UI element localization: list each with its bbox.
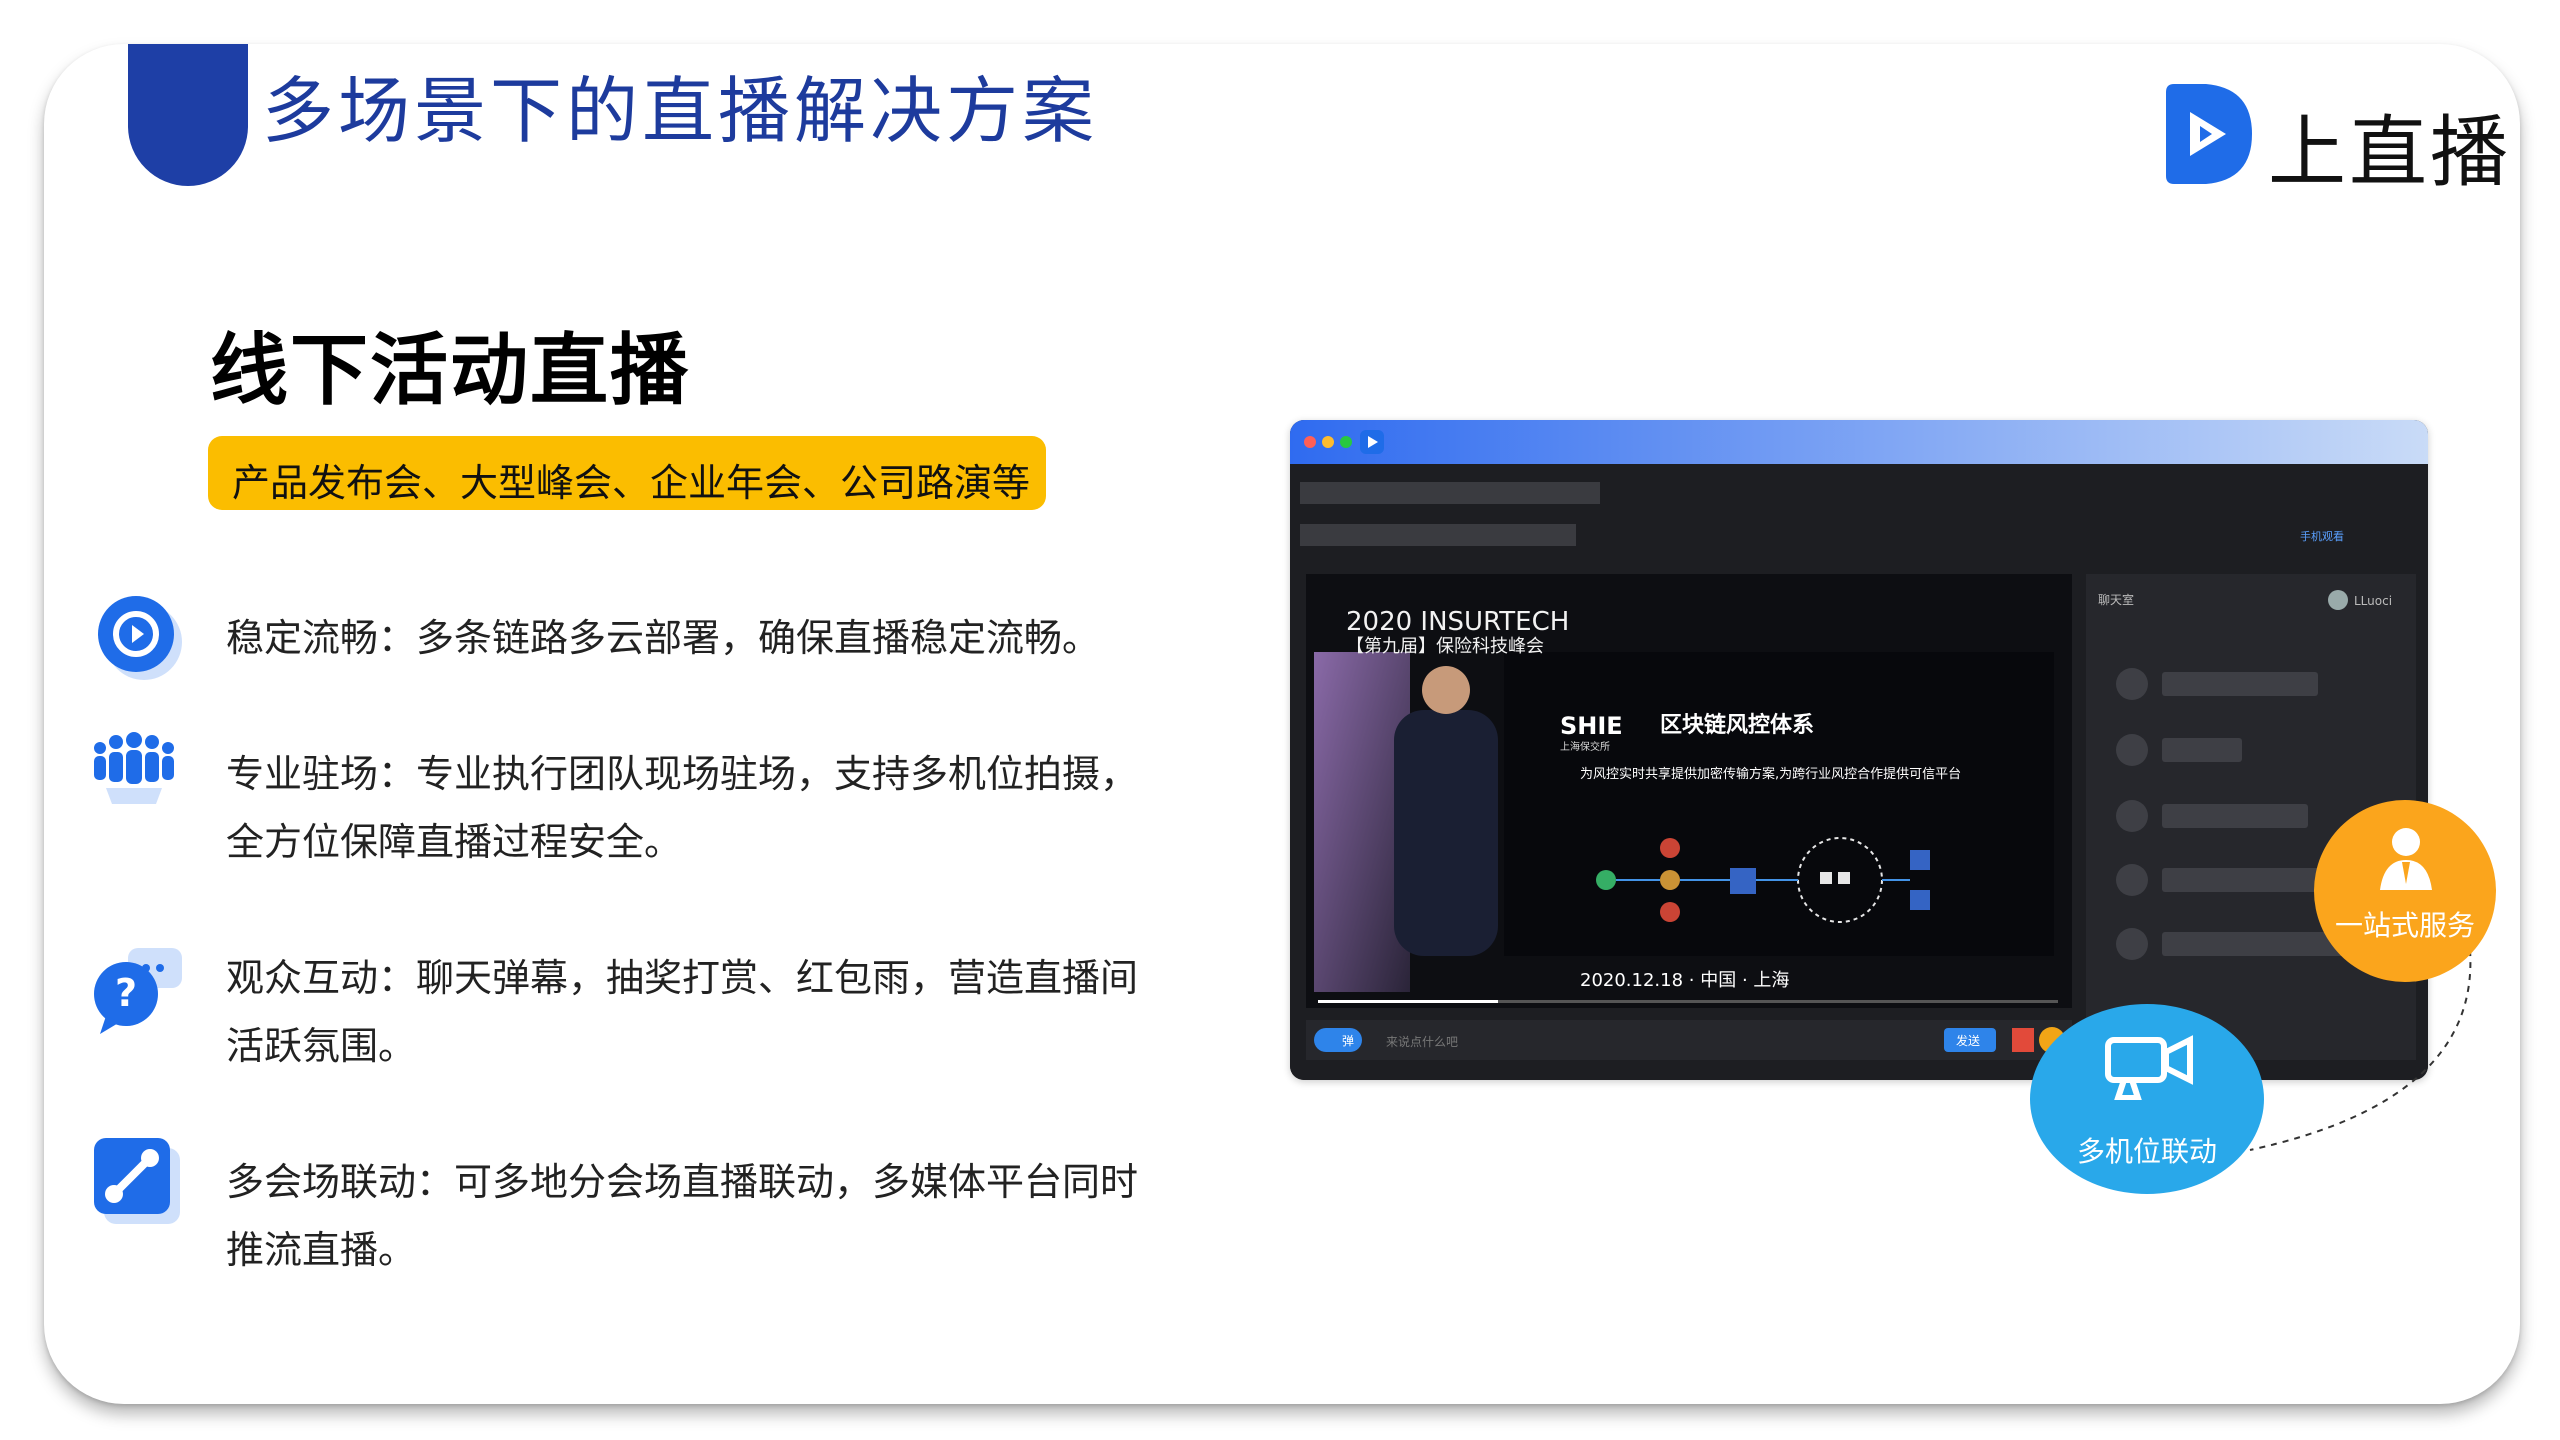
chat-tab: 聊天室 <box>2098 592 2134 607</box>
minimize-dot-icon <box>1322 436 1334 448</box>
feature-multivenue-line1: 多会场联动：可多地分会场直播联动，多媒体平台同时 <box>226 1160 1139 1204</box>
corner-tab <box>128 44 248 186</box>
feature-onsite-line1: 专业驻场：专业执行团队现场驻场，支持多机位拍摄， <box>226 752 1139 796</box>
feature-stable: 稳定流畅：多条链路多云部署，确保直播稳定流畅。 <box>226 604 1146 672</box>
browser-titlebar <box>1290 420 2428 464</box>
feature-interaction-line1: 观众互动：聊天弹幕，抽奖打赏、红包雨，营造直播间 <box>226 956 1139 1000</box>
page-title: 多场景下的直播解决方案 <box>262 69 1099 153</box>
chat-placeholder: 来说点什么吧 <box>1386 1034 1458 1049</box>
service-label: 一站式服务 <box>2334 909 2475 942</box>
feature-interaction-line2: 活跃氛围。 <box>226 1024 417 1068</box>
speaker-head <box>1422 666 1470 714</box>
staff-icon <box>2380 828 2432 890</box>
feature-interaction: 观众互动：聊天弹幕，抽奖打赏、红包雨，营造直播间 活跃氛围。 <box>226 944 1146 1080</box>
scenario-tag: 产品发布会、大型峰会、企业年会、公司路演等 <box>208 436 1046 510</box>
link-icon <box>94 1138 180 1224</box>
room-subtitle-placeholder <box>1300 524 1576 546</box>
user-avatar <box>2328 590 2348 610</box>
presentation-slide <box>1504 652 2054 956</box>
barrage-toggle <box>1314 1028 1362 1052</box>
chat-question-icon: ? <box>94 948 182 1034</box>
user-name: LLuoci <box>2354 594 2392 608</box>
speaker-figure <box>1394 710 1498 956</box>
feature-onsite: 专业驻场：专业执行团队现场驻场，支持多机位拍摄， 全方位保障直播过程安全。 <box>226 740 1146 876</box>
multicam-bubble: 多机位联动 <box>2030 1004 2264 1194</box>
brand-name: 上直播 <box>2268 108 2512 198</box>
slide-caption: 为风控实时共享提供加密传输方案,为跨行业风控合作提供可信平台 <box>1580 766 1961 782</box>
play-logo-icon <box>2166 84 2252 184</box>
room-title-placeholder <box>1300 482 1600 504</box>
feature-onsite-line2: 全方位保障直播过程安全。 <box>226 820 683 864</box>
organizer-sub: 上海保交所 <box>1560 740 1610 753</box>
mobile-watch-link: 手机观看 <box>2300 529 2344 543</box>
event-subtitle: 【第九届】保险科技峰会 <box>1346 636 1544 657</box>
feature-multivenue-line2: 推流直播。 <box>226 1228 417 1272</box>
camera-icon <box>2105 1035 2193 1100</box>
scenario-tag-text: 产品发布会、大型峰会、企业年会、公司路演等 <box>232 461 1031 505</box>
service-bubble: 一站式服务 <box>2314 800 2496 982</box>
feature-stable-line1: 稳定流畅：多条链路多云部署，确保直播稳定流畅。 <box>226 616 1101 660</box>
multicam-label: 多机位联动 <box>2076 1135 2217 1168</box>
team-icon <box>94 732 174 804</box>
organizer-logo: SHIE <box>1560 712 1623 740</box>
stable-stream-icon <box>98 596 182 680</box>
send-label: 发送 <box>1956 1033 1980 1048</box>
progress-fill <box>1318 1000 1498 1003</box>
close-dot-icon <box>1304 436 1316 448</box>
event-date: 2020.12.18 · 中国 · 上海 <box>1580 970 1789 991</box>
maximize-dot-icon <box>1340 436 1352 448</box>
svg-text:?: ? <box>115 971 137 1015</box>
barrage-label: 弹 <box>1342 1034 1354 1048</box>
event-title: 2020 INSURTECH <box>1346 607 1569 637</box>
slide-title: 区块链风控体系 <box>1660 712 1814 738</box>
section-heading: 线下活动直播 <box>210 326 691 416</box>
brand-logo: 上直播 <box>2160 84 2520 198</box>
gift-icon <box>2012 1028 2034 1052</box>
feature-multivenue: 多会场联动：可多地分会场直播联动，多媒体平台同时 推流直播。 <box>226 1148 1146 1284</box>
